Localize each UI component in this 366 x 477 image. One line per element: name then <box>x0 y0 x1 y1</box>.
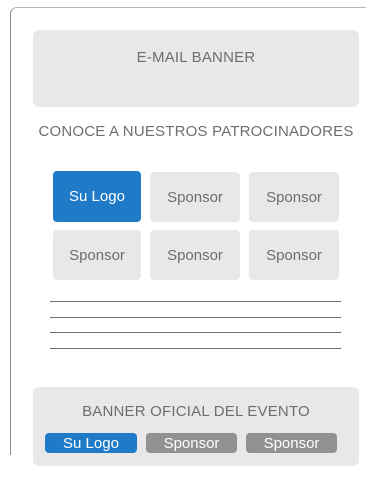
sponsor-tile-label: Sponsor <box>266 188 322 206</box>
placeholder-line <box>50 332 341 333</box>
sponsor-grid: Su Logo Sponsor Sponsor Sponsor Sponsor … <box>53 171 341 280</box>
sponsor-tile[interactable]: Sponsor <box>150 230 240 280</box>
text-placeholder-lines <box>50 301 341 363</box>
event-pill-label: Sponsor <box>163 434 220 452</box>
sponsor-tile[interactable]: Sponsor <box>249 172 339 222</box>
event-pill-sponsor[interactable]: Sponsor <box>246 433 337 453</box>
placeholder-line <box>50 347 341 349</box>
event-banner-title: BANNER OFICIAL DEL EVENTO <box>82 403 310 420</box>
sponsor-tile[interactable]: Sponsor <box>53 230 141 280</box>
sponsor-tile[interactable]: Sponsor <box>150 172 240 222</box>
event-sponsor-pills: Su Logo Sponsor Sponsor <box>45 433 337 453</box>
event-pill-label: Su Logo <box>63 434 119 452</box>
placeholder-line <box>50 301 341 302</box>
sponsor-tile-label: Su Logo <box>69 188 125 205</box>
sponsor-tile-your-logo[interactable]: Su Logo <box>53 171 141 222</box>
sponsor-tile-label: Sponsor <box>266 246 322 264</box>
sponsor-tile-label: Sponsor <box>167 188 223 206</box>
sponsor-tile[interactable]: Sponsor <box>249 230 339 280</box>
event-pill-your-logo[interactable]: Su Logo <box>45 433 137 453</box>
email-banner[interactable]: E-MAIL BANNER <box>33 30 359 107</box>
placeholder-line <box>50 316 341 318</box>
sponsors-section-title: CONOCE A NUESTROS PATROCINADORES <box>38 123 354 140</box>
email-banner-label: E-MAIL BANNER <box>136 49 256 66</box>
event-banner: BANNER OFICIAL DEL EVENTO Su Logo Sponso… <box>33 387 359 466</box>
event-pill-label: Sponsor <box>263 434 320 452</box>
sponsor-tile-label: Sponsor <box>167 246 223 264</box>
sponsor-tile-label: Sponsor <box>69 246 125 264</box>
event-pill-sponsor[interactable]: Sponsor <box>146 433 237 453</box>
